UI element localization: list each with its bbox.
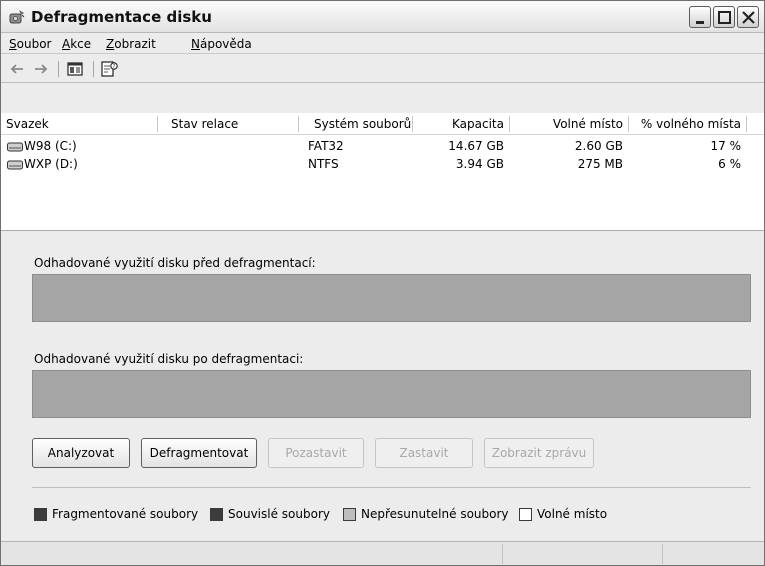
column-header-free-space[interactable]: Volné místo: [509, 117, 623, 131]
defrag-window: Defragmentace disku Soubor Akce Zobrazit…: [0, 0, 765, 566]
status-bar-divider: [662, 544, 663, 564]
legend-swatch-contiguous: [210, 508, 223, 521]
toolbar-separator: [93, 61, 94, 77]
after-defrag-label: Odhadované využití disku po defragmentac…: [34, 352, 304, 366]
toolbar-separator: [58, 61, 59, 77]
column-header-file-system[interactable]: Systém souborů: [314, 117, 411, 131]
menu-soubor-label: oubor: [16, 37, 52, 51]
pause-button[interactable]: Pozastavit: [268, 438, 364, 468]
menu-bar: Soubor Akce Zobrazit Nápověda: [1, 34, 764, 54]
title-bar[interactable]: Defragmentace disku: [1, 1, 764, 33]
legend-label-contiguous: Souvislé soubory: [228, 507, 330, 521]
minimize-icon: [696, 21, 704, 24]
cell-percent-free: 6 %: [718, 157, 741, 171]
cell-capacity: 3.94 GB: [455, 157, 504, 171]
cell-volume: W98 (C:): [24, 139, 77, 153]
legend-swatch-fragmented: [34, 508, 47, 521]
defrag-app-icon: [9, 10, 25, 24]
defragment-button[interactable]: Defragmentovat: [141, 438, 257, 468]
cell-capacity: 14.67 GB: [448, 139, 504, 153]
cell-percent-free: 17 %: [710, 139, 742, 153]
legend-swatch-free: [519, 508, 532, 521]
list-header: Svazek Stav relace Systém souborů Kapaci…: [1, 113, 764, 135]
menu-zobrazit-label: obrazit: [114, 37, 156, 51]
menu-soubor-mnemonic: S: [9, 37, 17, 51]
legend-swatch-unmovable: [343, 508, 356, 521]
legend-label-unmovable: Nepřesunutelné soubory: [361, 507, 509, 521]
menu-akce-mnemonic: A: [62, 37, 71, 51]
column-header-session-status[interactable]: Stav relace: [171, 117, 238, 131]
table-row[interactable]: W98 (C:) FAT32 14.67 GB 2.60 GB 17 %: [1, 139, 764, 155]
back-arrow-icon[interactable]: [7, 59, 27, 79]
view-report-button[interactable]: Zobrazit zprávu: [484, 438, 594, 468]
column-divider[interactable]: [298, 116, 299, 132]
analyze-button[interactable]: Analyzovat: [32, 438, 130, 468]
before-defrag-usage-display: [32, 274, 751, 322]
menu-zobrazit-mnemonic: Z: [106, 37, 115, 51]
maximize-icon: [718, 11, 731, 24]
status-bar-divider: [502, 544, 503, 564]
after-defrag-usage-display: [32, 370, 751, 418]
before-defrag-label: Odhadované využití disku před defragment…: [34, 256, 316, 270]
status-bar: [1, 541, 764, 565]
volume-list[interactable]: Svazek Stav relace Systém souborů Kapaci…: [1, 113, 764, 231]
column-header-percent-free[interactable]: % volného místa: [628, 117, 741, 131]
legend-label-free: Volné místo: [537, 507, 608, 521]
menu-akce-label: kce: [70, 37, 92, 51]
legend-label-fragmented: Fragmentované soubory: [52, 507, 199, 521]
menu-napoveda[interactable]: Nápověda: [191, 37, 252, 51]
menu-akce[interactable]: Akce: [62, 37, 91, 51]
close-icon: [742, 11, 755, 24]
show-hide-console-tree-icon[interactable]: [65, 59, 85, 79]
cell-free-space: 2.60 GB: [574, 139, 623, 153]
column-divider[interactable]: [157, 116, 158, 132]
cell-free-space: 275 MB: [577, 157, 623, 171]
forward-arrow-icon[interactable]: [31, 59, 51, 79]
menu-napoveda-mnemonic: N: [191, 37, 200, 51]
cell-file-system: FAT32: [308, 139, 344, 153]
stop-button[interactable]: Zastavit: [375, 438, 473, 468]
close-button[interactable]: [737, 6, 759, 28]
cell-file-system: NTFS: [308, 157, 339, 171]
menu-soubor[interactable]: Soubor: [9, 37, 51, 51]
column-header-volume[interactable]: Svazek: [6, 117, 49, 131]
legend-divider: [32, 487, 751, 488]
window-title: Defragmentace disku: [31, 8, 212, 26]
svg-text:?: ?: [113, 64, 116, 70]
drive-icon: [7, 160, 23, 170]
menu-zobrazit[interactable]: Zobrazit: [106, 37, 156, 51]
cell-volume: WXP (D:): [24, 157, 78, 171]
column-header-capacity[interactable]: Kapacita: [412, 117, 504, 131]
column-divider[interactable]: [746, 116, 747, 132]
table-row[interactable]: WXP (D:) NTFS 3.94 GB 275 MB 6 %: [1, 157, 764, 173]
maximize-button[interactable]: [713, 6, 735, 28]
menu-napoveda-label: ápověda: [199, 37, 252, 51]
drive-icon: [7, 142, 23, 152]
minimize-button[interactable]: [689, 6, 711, 28]
help-icon[interactable]: ?: [99, 59, 119, 79]
toolbar: ?: [1, 55, 764, 83]
